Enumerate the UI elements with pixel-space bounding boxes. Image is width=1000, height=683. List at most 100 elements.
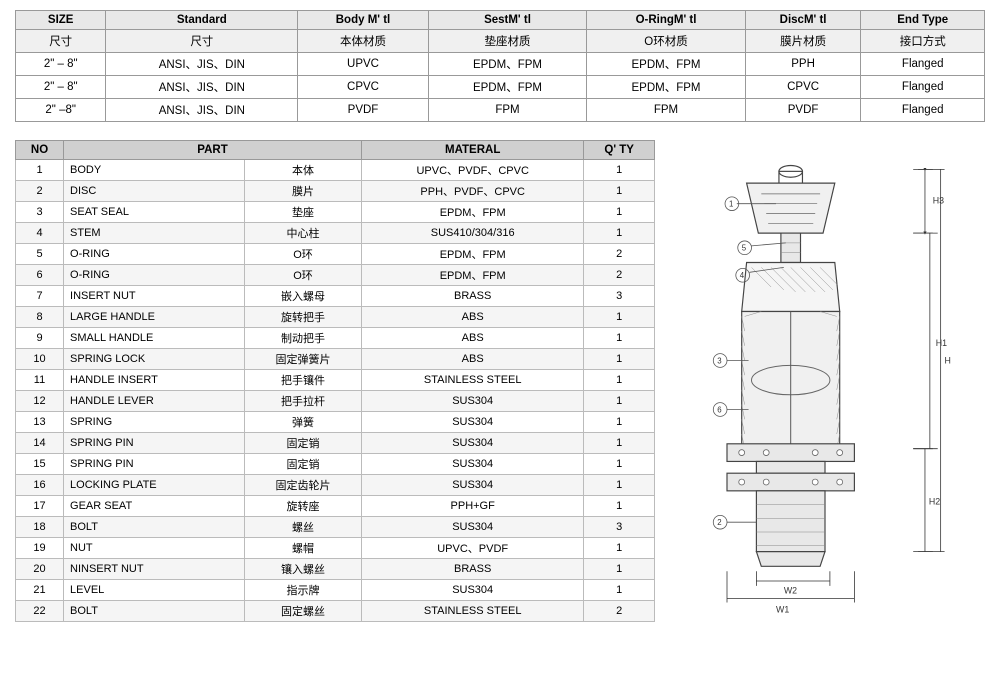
spec-header-1: Standard bbox=[106, 11, 298, 30]
cell-part-en-11: HANDLE LEVER bbox=[64, 391, 245, 412]
cell-no-11: 12 bbox=[16, 391, 64, 412]
cell-part-cn-3: 中心柱 bbox=[244, 223, 361, 244]
cell-qty-0: 1 bbox=[584, 160, 655, 181]
cell-part-cn-2: 垫座 bbox=[244, 202, 361, 223]
cell-qty-14: 1 bbox=[584, 454, 655, 475]
cell-qty-12: 1 bbox=[584, 412, 655, 433]
table-row: 8LARGE HANDLE旋转把手ABS1 bbox=[16, 307, 655, 328]
table-row: 9SMALL HANDLE制动把手ABS1 bbox=[16, 328, 655, 349]
cell-qty-18: 1 bbox=[584, 538, 655, 559]
cell-no-18: 19 bbox=[16, 538, 64, 559]
h1-label: H1 bbox=[936, 338, 947, 348]
cell-part-en-8: SMALL HANDLE bbox=[64, 328, 245, 349]
cell-no-17: 18 bbox=[16, 517, 64, 538]
cell-no-14: 15 bbox=[16, 454, 64, 475]
cell-part-en-16: GEAR SEAT bbox=[64, 496, 245, 517]
spec-header-cn-1: 尺寸 bbox=[106, 30, 298, 53]
cell-qty-4: 2 bbox=[584, 244, 655, 265]
table-row: 16LOCKING PLATE固定齿轮片SUS3041 bbox=[16, 475, 655, 496]
table-row: 2DISC膜片PPH、PVDF、CPVC1 bbox=[16, 181, 655, 202]
cell-material-7: ABS bbox=[362, 307, 584, 328]
cell-material-17: SUS304 bbox=[362, 517, 584, 538]
cell-no-8: 9 bbox=[16, 328, 64, 349]
w1-label: W1 bbox=[776, 604, 789, 614]
table-row: 17GEAR SEAT旋转座PPH+GF1 bbox=[16, 496, 655, 517]
cell-part-cn-20: 指示牌 bbox=[244, 580, 361, 601]
cell-qty-2: 1 bbox=[584, 202, 655, 223]
spec-cell-2-6: Flanged bbox=[861, 99, 985, 122]
spec-cell-1-1: ANSI、JIS、DIN bbox=[106, 76, 298, 99]
cell-qty-15: 1 bbox=[584, 475, 655, 496]
cell-no-6: 7 bbox=[16, 286, 64, 307]
cell-no-15: 16 bbox=[16, 475, 64, 496]
cell-material-0: UPVC、PVDF、CPVC bbox=[362, 160, 584, 181]
table-row: 1BODY本体UPVC、PVDF、CPVC1 bbox=[16, 160, 655, 181]
spec-header-cn-2: 本体材质 bbox=[298, 30, 428, 53]
cell-material-3: SUS410/304/316 bbox=[362, 223, 584, 244]
cell-material-1: PPH、PVDF、CPVC bbox=[362, 181, 584, 202]
cell-part-en-10: HANDLE INSERT bbox=[64, 370, 245, 391]
spec-cell-1-3: EPDM、FPM bbox=[428, 76, 587, 99]
spec-cell-2-0: 2" –8" bbox=[16, 99, 106, 122]
table-row: 3SEAT SEAL垫座EPDM、FPM1 bbox=[16, 202, 655, 223]
callout-6: 6 bbox=[717, 405, 722, 414]
cell-part-en-0: BODY bbox=[64, 160, 245, 181]
spec-cell-1-0: 2" – 8" bbox=[16, 76, 106, 99]
spec-table: SIZEStandardBody M' tlSestM' tlO-RingM' … bbox=[15, 10, 985, 122]
cell-qty-7: 1 bbox=[584, 307, 655, 328]
cell-qty-6: 3 bbox=[584, 286, 655, 307]
cell-part-cn-1: 膜片 bbox=[244, 181, 361, 202]
spec-cell-0-3: EPDM、FPM bbox=[428, 53, 587, 76]
spec-header-6: End Type bbox=[861, 11, 985, 30]
spec-header-cn-5: 膜片材质 bbox=[745, 30, 861, 53]
cell-qty-16: 1 bbox=[584, 496, 655, 517]
spec-header-cn-4: O环材质 bbox=[587, 30, 746, 53]
cell-part-en-2: SEAT SEAL bbox=[64, 202, 245, 223]
spec-cell-2-2: PVDF bbox=[298, 99, 428, 122]
cell-part-en-21: BOLT bbox=[64, 601, 245, 622]
w2-label: W2 bbox=[784, 586, 797, 596]
spec-cell-0-5: PPH bbox=[745, 53, 861, 76]
spec-cell-1-4: EPDM、FPM bbox=[587, 76, 746, 99]
col-no: NO bbox=[16, 141, 64, 160]
cell-no-16: 17 bbox=[16, 496, 64, 517]
cell-qty-21: 2 bbox=[584, 601, 655, 622]
cell-qty-9: 1 bbox=[584, 349, 655, 370]
cell-no-12: 13 bbox=[16, 412, 64, 433]
table-row: 11HANDLE INSERT把手镶件STAINLESS STEEL1 bbox=[16, 370, 655, 391]
table-row: 12HANDLE LEVER把手拉杆SUS3041 bbox=[16, 391, 655, 412]
cell-no-4: 5 bbox=[16, 244, 64, 265]
spec-cell-1-2: CPVC bbox=[298, 76, 428, 99]
cell-qty-13: 1 bbox=[584, 433, 655, 454]
callout-1: 1 bbox=[729, 200, 733, 209]
cell-qty-20: 1 bbox=[584, 580, 655, 601]
cell-no-21: 22 bbox=[16, 601, 64, 622]
spec-cell-2-3: FPM bbox=[428, 99, 587, 122]
cell-material-6: BRASS bbox=[362, 286, 584, 307]
cell-material-13: SUS304 bbox=[362, 433, 584, 454]
col-qty: Q' TY bbox=[584, 141, 655, 160]
callout-2: 2 bbox=[717, 518, 721, 527]
spec-cell-1-5: CPVC bbox=[745, 76, 861, 99]
cell-part-en-1: DISC bbox=[64, 181, 245, 202]
cell-material-20: SUS304 bbox=[362, 580, 584, 601]
spec-header-4: O-RingM' tl bbox=[587, 11, 746, 30]
cell-material-21: STAINLESS STEEL bbox=[362, 601, 584, 622]
parts-section: NO PART MATERAL Q' TY 1BODY本体UPVC、PVDF、C… bbox=[15, 140, 655, 630]
cell-part-cn-17: 螺丝 bbox=[244, 517, 361, 538]
cell-part-cn-12: 弹簧 bbox=[244, 412, 361, 433]
cell-part-cn-19: 镶入螺丝 bbox=[244, 559, 361, 580]
cell-part-cn-4: O环 bbox=[244, 244, 361, 265]
cell-part-en-15: LOCKING PLATE bbox=[64, 475, 245, 496]
spec-header-cn-3: 垫座材质 bbox=[428, 30, 587, 53]
cell-part-en-7: LARGE HANDLE bbox=[64, 307, 245, 328]
table-row: 14SPRING PIN固定销SUS3041 bbox=[16, 433, 655, 454]
cell-qty-10: 1 bbox=[584, 370, 655, 391]
cell-no-0: 1 bbox=[16, 160, 64, 181]
cell-part-en-18: NUT bbox=[64, 538, 245, 559]
cell-part-en-6: INSERT NUT bbox=[64, 286, 245, 307]
spec-cell-2-5: PVDF bbox=[745, 99, 861, 122]
cell-material-5: EPDM、FPM bbox=[362, 265, 584, 286]
spec-header-cn-0: 尺寸 bbox=[16, 30, 106, 53]
cell-no-1: 2 bbox=[16, 181, 64, 202]
